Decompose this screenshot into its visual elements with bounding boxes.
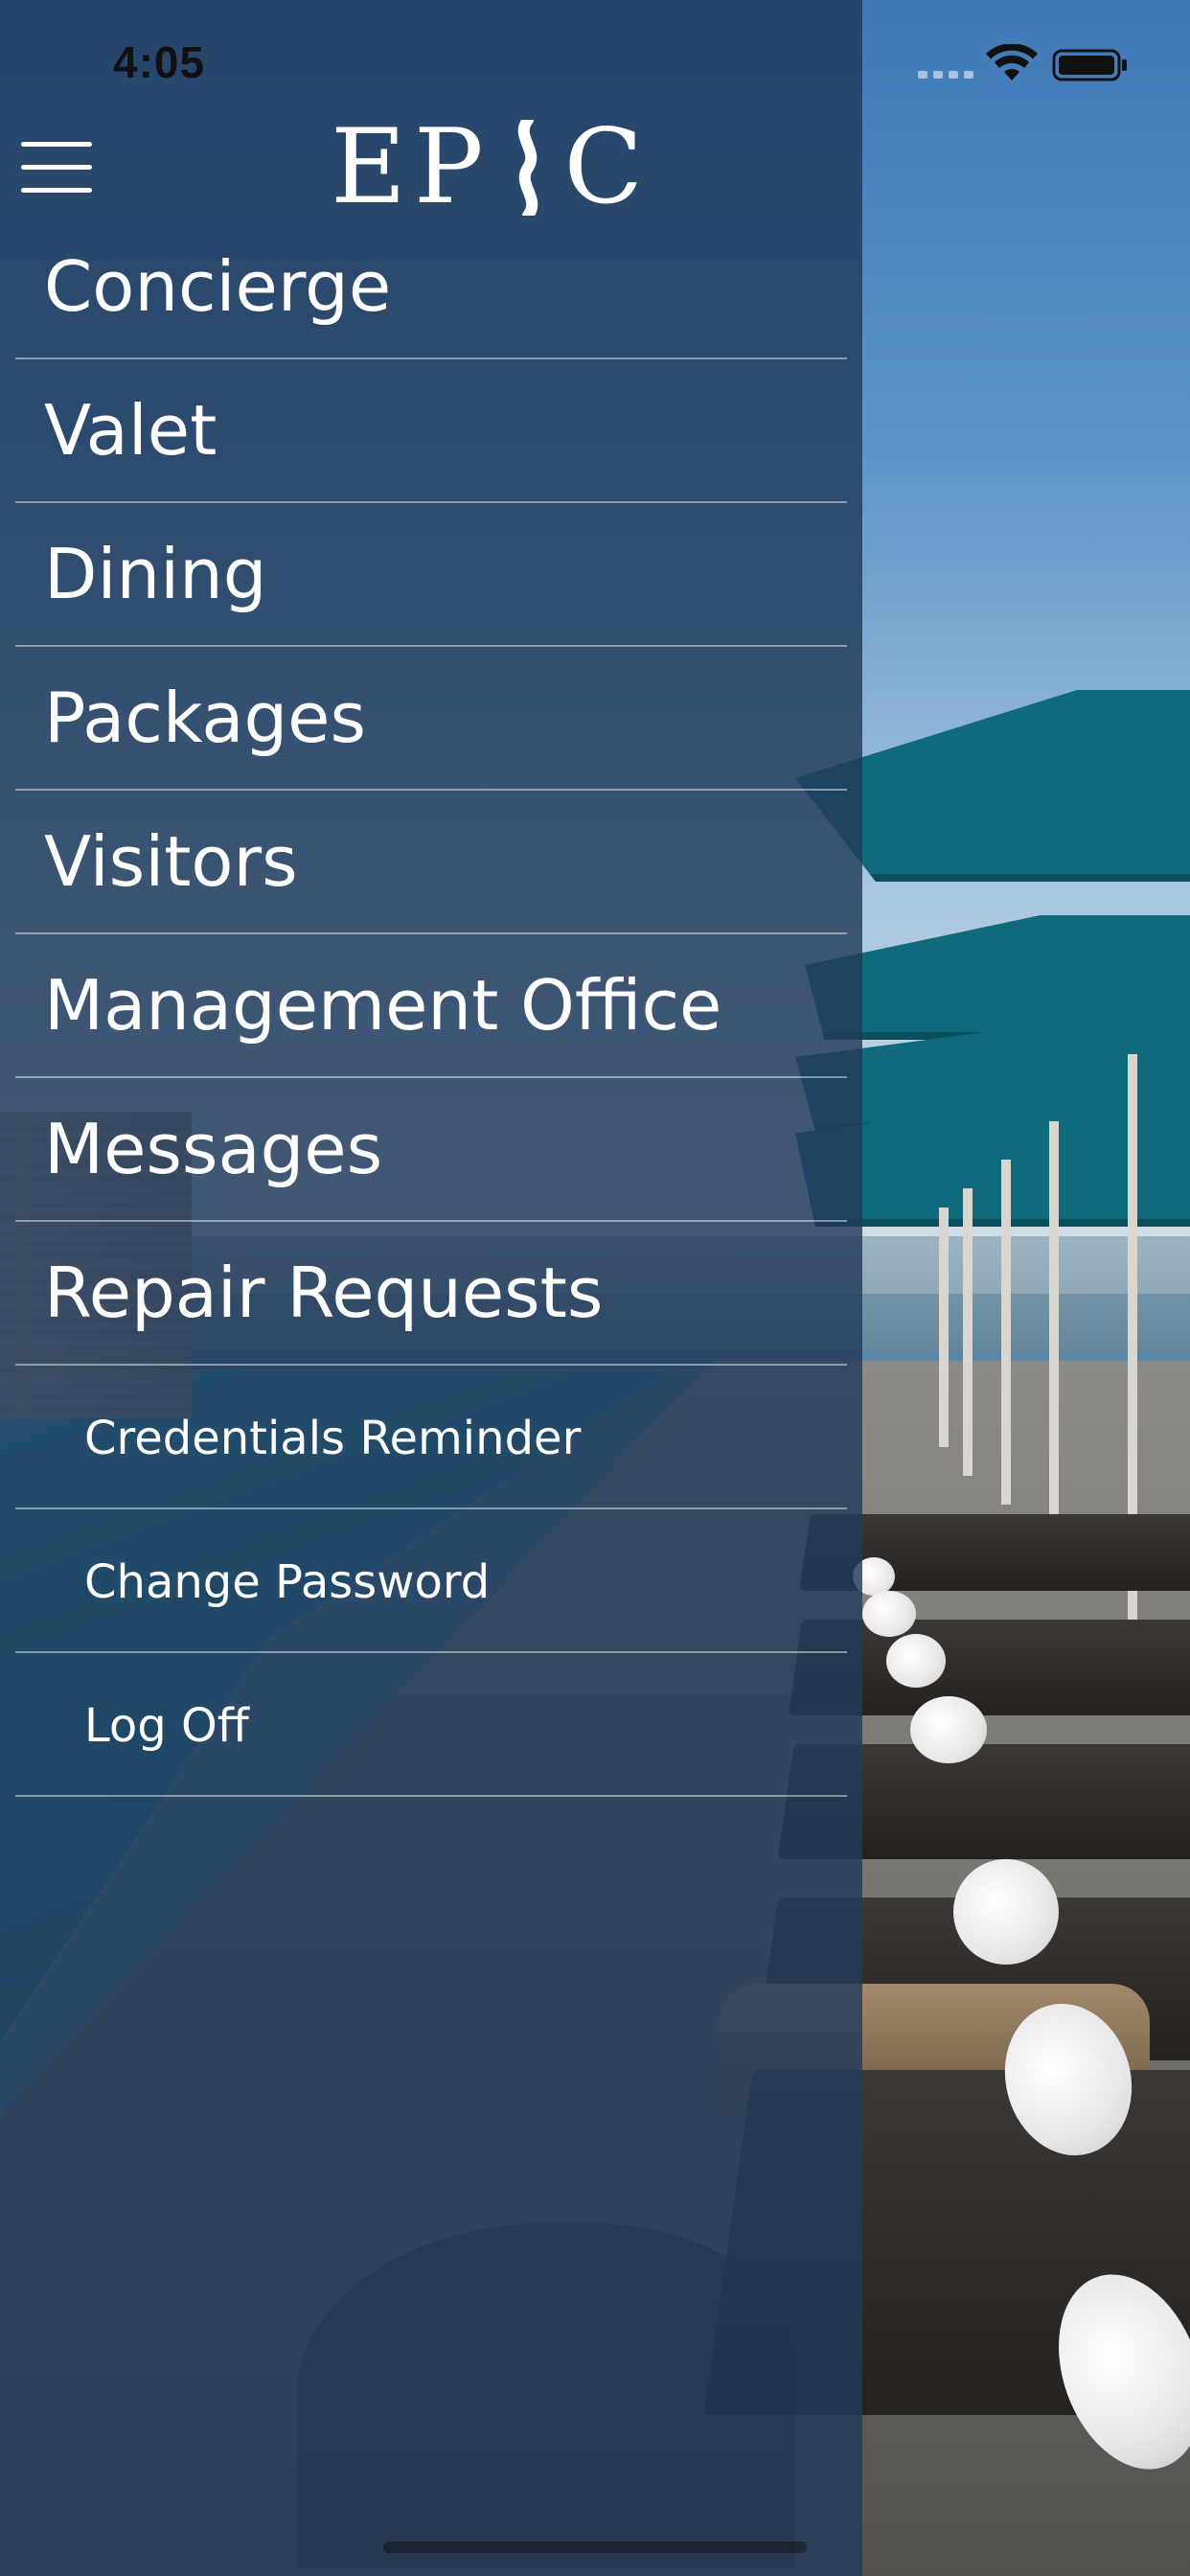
drawer-menu: Concierge Valet Dining Packages Visitors…	[0, 216, 862, 1797]
logo-text-ep: EP	[331, 107, 492, 227]
menu-item-repair-requests[interactable]: Repair Requests	[0, 1222, 862, 1366]
umbrella-pole	[1001, 1160, 1011, 1505]
menu-button[interactable]	[21, 142, 96, 197]
menu-item-packages[interactable]: Packages	[0, 647, 862, 791]
hamburger-icon-line	[21, 188, 92, 193]
menu-item-label: Messages	[44, 1109, 383, 1189]
hamburger-icon	[21, 142, 92, 147]
status-time: 4:05	[113, 37, 206, 87]
menu-item-label: Valet	[44, 390, 217, 471]
menu-item-management-office[interactable]: Management Office	[0, 934, 862, 1078]
wifi-icon	[986, 44, 1038, 80]
menu-item-label: Packages	[44, 678, 366, 758]
menu-item-label: Repair Requests	[44, 1253, 604, 1333]
menu-item-valet[interactable]: Valet	[0, 359, 862, 503]
menu-item-change-password[interactable]: Change Password	[0, 1509, 862, 1653]
umbrella-pole	[963, 1188, 973, 1476]
rolled-towel	[862, 1591, 916, 1637]
menu-item-label: Credentials Reminder	[84, 1412, 582, 1465]
menu-item-credentials-reminder[interactable]: Credentials Reminder	[0, 1366, 862, 1509]
menu-item-label: Visitors	[44, 821, 298, 902]
menu-item-label: Management Office	[44, 965, 722, 1046]
menu-item-label: Log Off	[84, 1699, 249, 1753]
menu-item-label: Change Password	[84, 1555, 491, 1609]
menu-item-log-off[interactable]: Log Off	[0, 1653, 862, 1797]
menu-item-visitors[interactable]: Visitors	[0, 791, 862, 934]
umbrella-pole	[939, 1208, 949, 1447]
menu-item-label: Dining	[44, 534, 267, 614]
rolled-towel	[910, 1696, 987, 1763]
menu-item-messages[interactable]: Messages	[0, 1078, 862, 1222]
menu-item-label: Concierge	[44, 246, 392, 327]
rolled-towel	[953, 1859, 1059, 1965]
cellular-signal-icon	[918, 71, 975, 79]
umbrella-pole	[1049, 1121, 1059, 1552]
divider	[15, 1795, 847, 1797]
epic-logo: EP C	[331, 107, 652, 227]
logo-text-c: C	[563, 107, 652, 227]
menu-item-dining[interactable]: Dining	[0, 503, 862, 647]
home-indicator[interactable]	[383, 2542, 807, 2553]
rolled-towel	[886, 1634, 946, 1688]
logo-mark-icon	[501, 114, 555, 221]
battery-icon	[1052, 49, 1127, 81]
hamburger-icon-line	[21, 165, 92, 170]
menu-item-concierge[interactable]: Concierge	[0, 216, 862, 359]
